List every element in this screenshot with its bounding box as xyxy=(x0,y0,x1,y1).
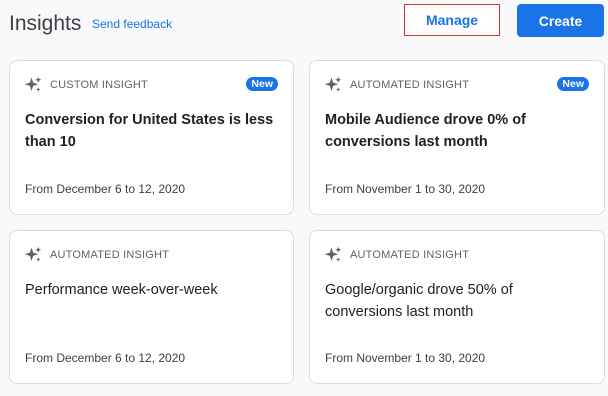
page-title: Insights xyxy=(9,12,82,35)
send-feedback-link[interactable]: Send feedback xyxy=(92,16,172,32)
insight-date: From November 1 to 30, 2020 xyxy=(325,182,486,196)
create-button[interactable]: Create xyxy=(517,4,604,37)
insight-kind: AUTOMATED INSIGHT xyxy=(324,75,469,95)
insight-kind-label: AUTOMATED INSIGHT xyxy=(50,249,170,261)
insight-headline: Mobile Audience drove 0% of conversions … xyxy=(325,112,526,150)
sparkle-icon xyxy=(324,76,342,94)
insight-headline: Google/organic drove 50% of conversions … xyxy=(325,282,513,320)
insight-card[interactable]: AUTOMATED INSIGHT Google/organic drove 5… xyxy=(309,230,605,384)
insight-headline: Conversion for United States is less tha… xyxy=(25,112,274,150)
sparkle-icon xyxy=(324,246,342,264)
sparkle-icon xyxy=(24,76,42,94)
insight-kind-label: AUTOMATED INSIGHT xyxy=(350,79,470,91)
insight-card[interactable]: AUTOMATED INSIGHT Performance week-over-… xyxy=(9,230,294,384)
insight-kind: AUTOMATED INSIGHT xyxy=(324,245,469,265)
insight-kind-label: AUTOMATED INSIGHT xyxy=(350,249,470,261)
page-header: Insights Send feedback Manage Create xyxy=(0,0,608,50)
insight-kind: CUSTOM INSIGHT xyxy=(24,75,148,95)
insight-headline: Performance week-over-week xyxy=(25,282,218,298)
sparkle-icon xyxy=(24,246,42,264)
insight-date: From November 1 to 30, 2020 xyxy=(325,351,486,365)
new-badge: New xyxy=(557,77,589,91)
insight-card[interactable]: CUSTOM INSIGHT New Conversion for United… xyxy=(9,60,294,215)
insight-date: From December 6 to 12, 2020 xyxy=(25,182,186,196)
insight-kind: AUTOMATED INSIGHT xyxy=(24,245,169,265)
insight-kind-label: CUSTOM INSIGHT xyxy=(50,79,148,91)
insight-date: From December 6 to 12, 2020 xyxy=(25,351,186,365)
manage-button[interactable]: Manage xyxy=(404,4,500,36)
new-badge: New xyxy=(246,77,278,91)
insight-card[interactable]: AUTOMATED INSIGHT New Mobile Audience dr… xyxy=(309,60,605,215)
